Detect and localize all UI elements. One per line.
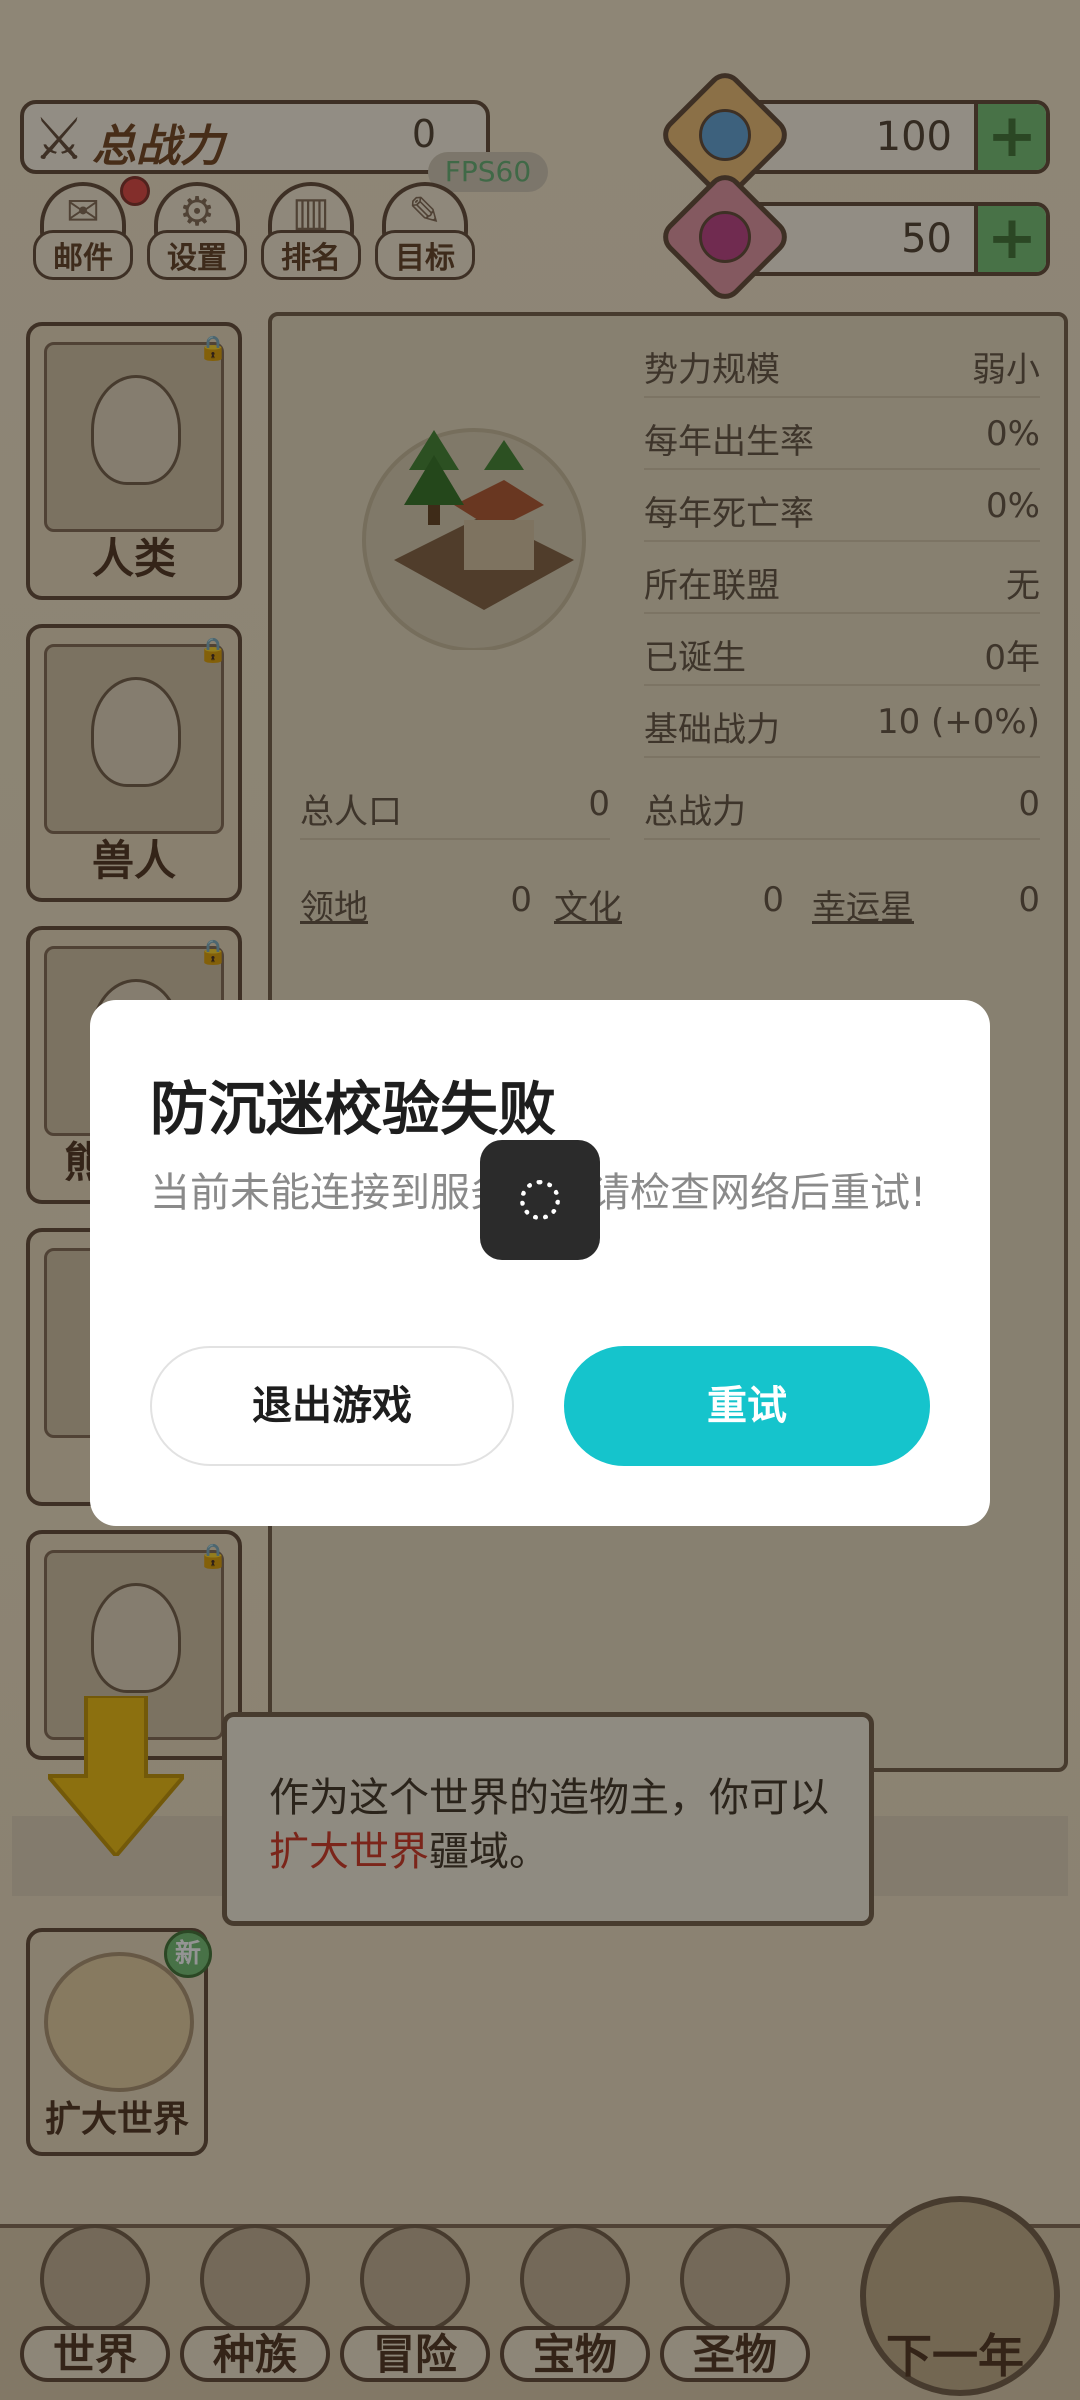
- dialog-title: 防沉迷校验失败: [150, 1075, 557, 1143]
- anti-addiction-dialog: 防沉迷校验失败 当前未能连接到服务器，请检查网络后重试! 退出游戏 重试: [90, 1000, 990, 1526]
- retry-button[interactable]: 重试: [564, 1346, 930, 1466]
- loading-spinner: [480, 1140, 600, 1260]
- exit-game-button[interactable]: 退出游戏: [150, 1346, 514, 1466]
- spinner-icon: [520, 1180, 560, 1220]
